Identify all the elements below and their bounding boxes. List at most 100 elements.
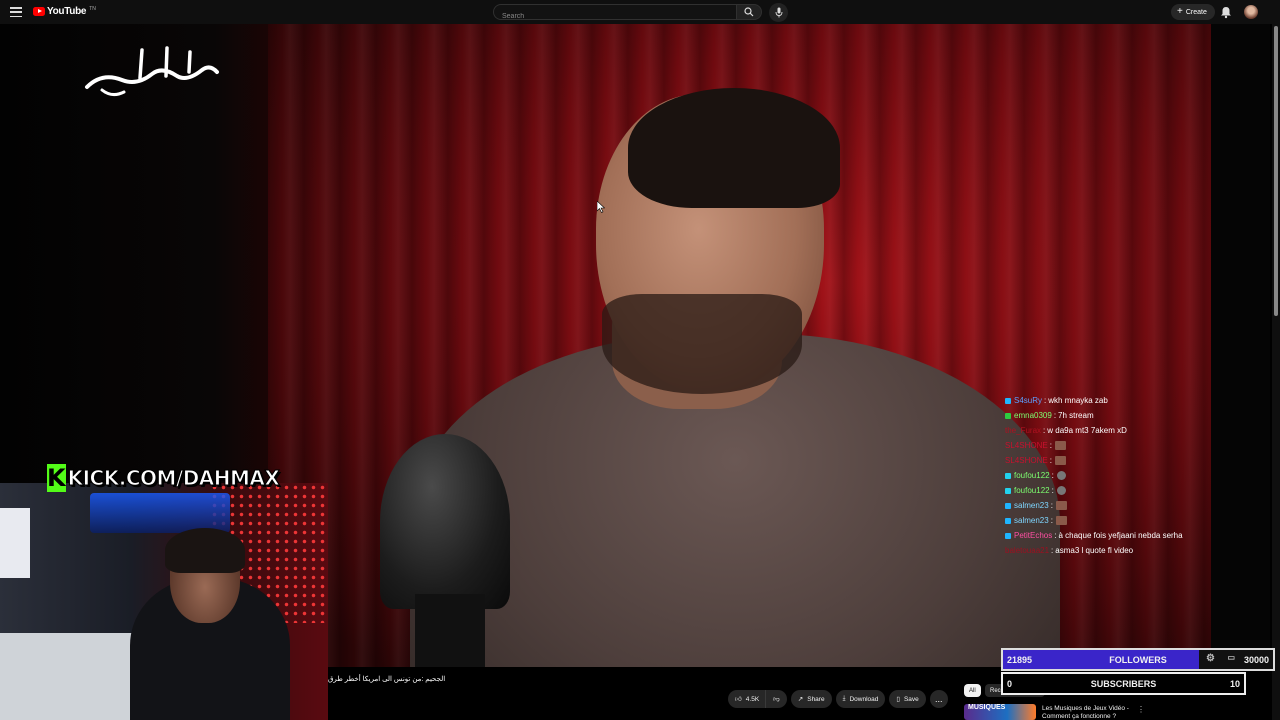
download-icon: ⤓ bbox=[842, 695, 846, 702]
chat-separator: : bbox=[1050, 501, 1053, 510]
create-label: Create bbox=[1185, 8, 1207, 16]
plus-icon: + bbox=[1177, 6, 1183, 17]
bookmark-icon: ▯ bbox=[896, 696, 900, 703]
chat-text: 7h stream bbox=[1058, 411, 1094, 420]
kick-banner: K KICK.COM/DAHMAX bbox=[47, 463, 280, 493]
streamer-webcam bbox=[0, 483, 328, 720]
chat-badge-icon bbox=[1005, 397, 1011, 404]
chat-separator: : bbox=[1043, 426, 1046, 435]
chat-badge-icon bbox=[1005, 532, 1011, 539]
chat-emote-icon bbox=[1056, 471, 1066, 480]
mic-icon bbox=[775, 7, 782, 18]
chat-separator: : bbox=[1049, 441, 1052, 450]
chat-text: asma3 l quote fl video bbox=[1055, 546, 1134, 555]
chat-badge-icon bbox=[1005, 502, 1011, 509]
subscribers-goal-value: 10 bbox=[1229, 678, 1240, 689]
like-button[interactable]: 👍︎ 4.5K bbox=[728, 690, 766, 708]
chat-username[interactable]: the_Furax bbox=[1005, 426, 1041, 435]
chat-message: S4suRy: wkh mnayka zab bbox=[1005, 393, 1235, 408]
webcam-monitor bbox=[0, 508, 30, 578]
chat-text: à chaque fois yefjaani nebda serha bbox=[1058, 531, 1183, 540]
download-button[interactable]: ⤓ Download bbox=[835, 690, 886, 708]
youtube-play-icon bbox=[33, 7, 45, 16]
hamburger-menu-icon[interactable] bbox=[10, 7, 22, 17]
video-title: الجحيم :من تونس الى امريكا أخطر طرق bbox=[328, 676, 446, 683]
chat-separator: : bbox=[1051, 471, 1054, 480]
chat-separator: : bbox=[1053, 411, 1057, 420]
create-button[interactable]: + Create bbox=[1171, 4, 1215, 20]
subscribers-label: SUBSCRIBERS bbox=[1090, 678, 1157, 689]
microphone-head bbox=[380, 434, 510, 609]
chat-badge-icon bbox=[1005, 487, 1011, 494]
region-code: TN bbox=[89, 5, 96, 12]
like-count: 4.5K bbox=[745, 695, 760, 703]
chat-message: foufou122: bbox=[1005, 483, 1235, 498]
search-input[interactable] bbox=[494, 9, 736, 24]
guest-beard bbox=[602, 294, 802, 394]
chat-badge-icon bbox=[1005, 472, 1011, 479]
video-actions: 👍︎ 4.5K 👎︎ ↗ Share ⤓ Download ▯ Save ... bbox=[728, 690, 948, 709]
chat-text: w da9a mt3 7akem xD bbox=[1047, 426, 1127, 435]
chat-message: SL4SHONE: bbox=[1005, 438, 1235, 453]
chat-username[interactable]: S4suRy bbox=[1014, 396, 1042, 405]
chat-username[interactable]: salmen23 bbox=[1014, 501, 1049, 510]
chat-message: salmen23: bbox=[1005, 498, 1235, 513]
recommended-title[interactable]: Les Musiques de Jeux Vidéo - Comment ça … bbox=[1042, 705, 1142, 720]
chat-username[interactable]: SL4SHONE bbox=[1005, 441, 1048, 450]
search-icon bbox=[744, 7, 754, 17]
chat-badge-icon bbox=[1005, 412, 1011, 419]
chat-username[interactable]: emna0309 bbox=[1014, 411, 1052, 420]
bell-icon[interactable] bbox=[1219, 5, 1233, 19]
chat-emote-icon bbox=[1055, 516, 1067, 525]
recommended-more-icon[interactable]: ⋮ bbox=[1137, 705, 1145, 714]
chat-message: SL4SHONE: bbox=[1005, 453, 1235, 468]
microphone-base bbox=[415, 594, 485, 667]
chat-username[interactable]: SL4SHONE bbox=[1005, 456, 1048, 465]
chat-message: salmen23: bbox=[1005, 513, 1235, 528]
save-button[interactable]: ▯ Save bbox=[889, 690, 926, 708]
youtube-header: YouTube TN + Create bbox=[0, 0, 1280, 24]
chat-username[interactable]: PetitEchos bbox=[1014, 531, 1052, 540]
chat-username[interactable]: foufou122 bbox=[1014, 486, 1050, 495]
chat-message: baletouaa21: asma3 l quote fl video bbox=[1005, 543, 1235, 558]
chat-separator: : bbox=[1044, 396, 1047, 405]
chat-separator: : bbox=[1054, 531, 1057, 540]
chat-message: PetitEchos: à chaque fois yefjaani nebda … bbox=[1005, 528, 1235, 543]
chat-separator: : bbox=[1051, 486, 1054, 495]
captions-icon[interactable]: ▭ bbox=[1227, 653, 1235, 662]
recommended-thumbnail[interactable]: MUSIQUES bbox=[964, 704, 1036, 720]
filter-chip-all[interactable]: All bbox=[964, 684, 981, 697]
voice-search-button[interactable] bbox=[769, 3, 788, 22]
chat-username[interactable]: foufou122 bbox=[1014, 471, 1050, 480]
logo-text: YouTube bbox=[47, 6, 87, 17]
chat-username[interactable]: baletouaa21 bbox=[1005, 546, 1049, 555]
youtube-logo[interactable]: YouTube TN bbox=[33, 6, 96, 17]
chat-emote-icon bbox=[1056, 486, 1066, 495]
scrollbar-thumb[interactable] bbox=[1274, 26, 1278, 316]
chat-message: emna0309:7h stream bbox=[1005, 408, 1235, 423]
share-icon: ↗ bbox=[797, 696, 804, 703]
search-button[interactable] bbox=[736, 4, 762, 20]
account-avatar[interactable] bbox=[1244, 5, 1258, 19]
search-box[interactable] bbox=[493, 4, 736, 24]
blue-led-shelf bbox=[90, 493, 230, 533]
guest-hair bbox=[628, 88, 840, 208]
more-actions-button[interactable]: ... bbox=[929, 690, 948, 708]
share-button[interactable]: ↗ Share bbox=[790, 690, 832, 708]
dislike-button[interactable]: 👎︎ bbox=[765, 690, 787, 708]
chat-username[interactable]: salmen23 bbox=[1014, 516, 1049, 525]
settings-gear-icon[interactable]: ⚙ bbox=[1206, 653, 1215, 664]
chat-message: the_Furax: w da9a mt3 7akem xD bbox=[1005, 423, 1235, 438]
page-scrollbar[interactable] bbox=[1272, 24, 1280, 720]
show-logo-calligraphy bbox=[82, 42, 222, 102]
chat-separator: : bbox=[1051, 546, 1054, 555]
chat-emote-icon bbox=[1054, 456, 1066, 465]
chat-emote-icon bbox=[1055, 501, 1067, 510]
share-label: Share bbox=[807, 695, 825, 703]
streamer-hair bbox=[165, 528, 245, 573]
mouse-cursor-icon bbox=[597, 201, 605, 213]
followers-goal: 21895 FOLLOWERS ⚙ ▭ 30000 bbox=[1001, 648, 1275, 671]
chat-separator: : bbox=[1050, 516, 1053, 525]
video-right-backdrop bbox=[1211, 24, 1270, 667]
subscribers-goal: 0 SUBSCRIBERS 10 bbox=[1001, 672, 1246, 695]
